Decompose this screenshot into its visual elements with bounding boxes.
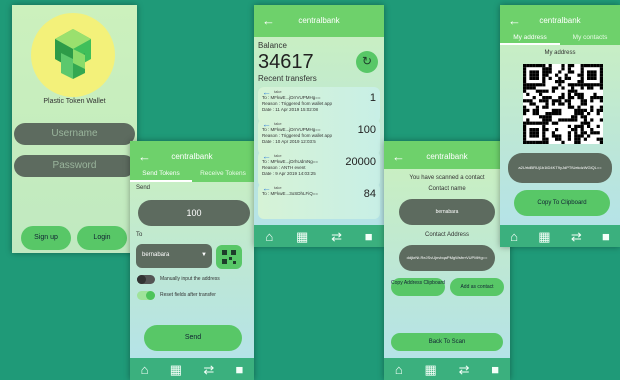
- transfer-date: Date : 9 Apr 2019 14:03:25: [262, 171, 316, 176]
- transfer-date: Date : 11 Apr 2019 15:02:08: [262, 107, 318, 112]
- transfer-to: To : MFkwE...jDrrVUPMHg==: [262, 127, 321, 132]
- login-button[interactable]: Login: [77, 226, 127, 250]
- manual-toggle[interactable]: [137, 275, 155, 284]
- qr-icon[interactable]: ▦: [538, 230, 550, 243]
- transfer-reason: Reason : ANTH event: [262, 165, 306, 170]
- transfer-icon[interactable]: ⇄: [459, 363, 470, 376]
- address-appbar: ← centralbank: [500, 5, 620, 31]
- transfer-row[interactable]: ← take To : MFkwE...jDrrVUPMHg== Reason : T…: [258, 87, 380, 123]
- contact-address-label: Contact Address: [424, 232, 470, 238]
- username-input[interactable]: Username: [14, 123, 135, 145]
- transfer-direction: take: [274, 185, 282, 190]
- balance-label: Balance: [258, 41, 287, 50]
- transfer-icon[interactable]: ⇄: [571, 230, 582, 243]
- transfer-direction: take: [274, 89, 282, 94]
- transfer-row[interactable]: ← take To : MFkwE...jDrhUdmNg== Reason : AN…: [258, 151, 380, 187]
- recipient-value: bernabara: [142, 252, 170, 258]
- transfer-to: To : MFkwE...3oSDhLFiQ==: [262, 191, 319, 196]
- address-tabs: My address My contacts: [500, 31, 620, 45]
- balance-navbar: ⌂ ▦ ⇄ ■: [254, 225, 384, 247]
- balance-appbar: ← centralbank: [254, 5, 384, 37]
- password-input[interactable]: Password: [14, 155, 135, 177]
- contacts-icon[interactable]: ■: [491, 363, 499, 376]
- transfer-amount: 1: [369, 92, 376, 104]
- transfer-row[interactable]: ← take To : MFkwE...jDrrVUPMHg== Reason : T…: [258, 119, 380, 155]
- qr-code-image: [523, 64, 603, 144]
- send-screen: ← centralbank Send Tokens Receive Tokens…: [130, 141, 254, 380]
- send-label: Send: [136, 185, 151, 191]
- amount-input[interactable]: 100: [138, 200, 250, 226]
- transfer-list: ← take To : MFkwE...jDrrVUPMHg== Reason : T…: [258, 87, 380, 221]
- app-logo: [31, 13, 115, 97]
- home-icon[interactable]: ⌂: [395, 363, 403, 376]
- contacts-icon[interactable]: ■: [235, 363, 243, 376]
- home-icon[interactable]: ⌂: [265, 230, 273, 243]
- dropdown-icon: ▼: [201, 252, 207, 258]
- transfer-to: To : MFkwE...jDrhUdmNg==: [262, 159, 319, 164]
- copy-address-button[interactable]: Copy Address Clipboard: [391, 278, 445, 296]
- scan-appbar: ← centralbank: [384, 141, 510, 169]
- copy-clipboard-button[interactable]: Copy To Clipboard: [514, 190, 610, 216]
- reset-label: Reset fields after transfer: [160, 292, 216, 298]
- contact-name-label: Contact name: [428, 186, 466, 192]
- tab-receive-tokens[interactable]: Receive Tokens: [192, 166, 254, 182]
- manual-label: Manually input the address: [160, 276, 220, 282]
- send-appbar-title: centralbank: [171, 152, 213, 161]
- qr-icon[interactable]: ▦: [296, 230, 308, 243]
- transfer-amount: 20000: [345, 156, 376, 168]
- address-field[interactable]: a2UrtdBRUj1b1tD4KT9yJdPTfUekdzWGiQL==: [508, 153, 612, 183]
- recent-transfers-label: Recent transfers: [258, 74, 317, 83]
- transfer-icon[interactable]: ⇄: [203, 363, 214, 376]
- tab-my-contacts[interactable]: My contacts: [560, 31, 620, 45]
- tab-send-tokens[interactable]: Send Tokens: [130, 166, 192, 182]
- balance-value: 34617: [258, 51, 314, 73]
- transfer-date: Date : 10 Apr 2019 12:03:5: [262, 139, 316, 144]
- add-contact-button[interactable]: Add as contact: [450, 278, 504, 296]
- qr-icon[interactable]: ▦: [170, 363, 182, 376]
- transfer-icon[interactable]: ⇄: [331, 230, 342, 243]
- qr-icon[interactable]: ▦: [425, 363, 437, 376]
- transfer-reason: Reason : Triggered from wallet app: [262, 133, 333, 138]
- transfer-amount: 100: [357, 124, 376, 136]
- contact-address-field[interactable]: ddjkrNt.ReJSvUjnvbqaPMgWsfrrrVUPMHg==: [399, 245, 495, 271]
- to-label: To: [136, 232, 143, 238]
- transfer-amount: 84: [363, 188, 376, 200]
- transfer-direction: take: [274, 153, 282, 158]
- send-navbar: ⌂ ▦ ⇄ ■: [130, 358, 254, 380]
- scanned-message: You have scanned a contact: [409, 175, 485, 181]
- contacts-icon[interactable]: ■: [602, 230, 610, 243]
- refresh-icon: ↻: [362, 54, 373, 68]
- transfer-reason: Reason : Triggered from wallet app: [262, 101, 333, 106]
- reset-toggle[interactable]: [137, 291, 155, 300]
- balance-appbar-title: centralbank: [298, 16, 340, 25]
- scan-appbar-title: centralbank: [426, 152, 468, 161]
- my-address-screen: ← centralbank My address My contacts My …: [500, 5, 620, 247]
- home-icon[interactable]: ⌂: [141, 363, 149, 376]
- home-icon[interactable]: ⌂: [510, 230, 518, 243]
- my-address-label: My address: [544, 50, 576, 56]
- transfer-to: To : MFkwE...jDrrVUPMHg==: [262, 95, 321, 100]
- transfer-direction: take: [274, 121, 282, 126]
- recipient-select[interactable]: bernabara ▼: [136, 244, 212, 268]
- qr-scan-button[interactable]: [216, 245, 242, 269]
- send-tabs: Send Tokens Receive Tokens: [130, 166, 254, 182]
- login-screen: Plastic Token Wallet Username Password S…: [12, 5, 137, 253]
- balance-screen: ← centralbank Balance 34617 ↻ Recent tra…: [254, 5, 384, 247]
- send-button[interactable]: Send: [144, 325, 242, 351]
- contact-name-field[interactable]: bernabara: [399, 199, 495, 225]
- scan-navbar: ⌂ ▦ ⇄ ■: [384, 358, 510, 380]
- address-navbar: ⌂ ▦ ⇄ ■: [500, 225, 620, 247]
- address-appbar-title: centralbank: [539, 16, 581, 25]
- signup-button[interactable]: Sign up: [21, 226, 71, 250]
- tab-my-address[interactable]: My address: [500, 31, 560, 45]
- qr-icon: [222, 250, 236, 264]
- back-to-scan-button[interactable]: Back To Scan: [391, 333, 503, 351]
- refresh-button[interactable]: ↻: [356, 51, 378, 73]
- app-name: Plastic Token Wallet: [43, 98, 106, 105]
- contacts-icon[interactable]: ■: [365, 230, 373, 243]
- scan-result-screen: ← centralbank You have scanned a contact…: [384, 141, 510, 380]
- transfer-row[interactable]: ← take To : MFkwE...3oSDhLFiQ== 84: [258, 183, 380, 219]
